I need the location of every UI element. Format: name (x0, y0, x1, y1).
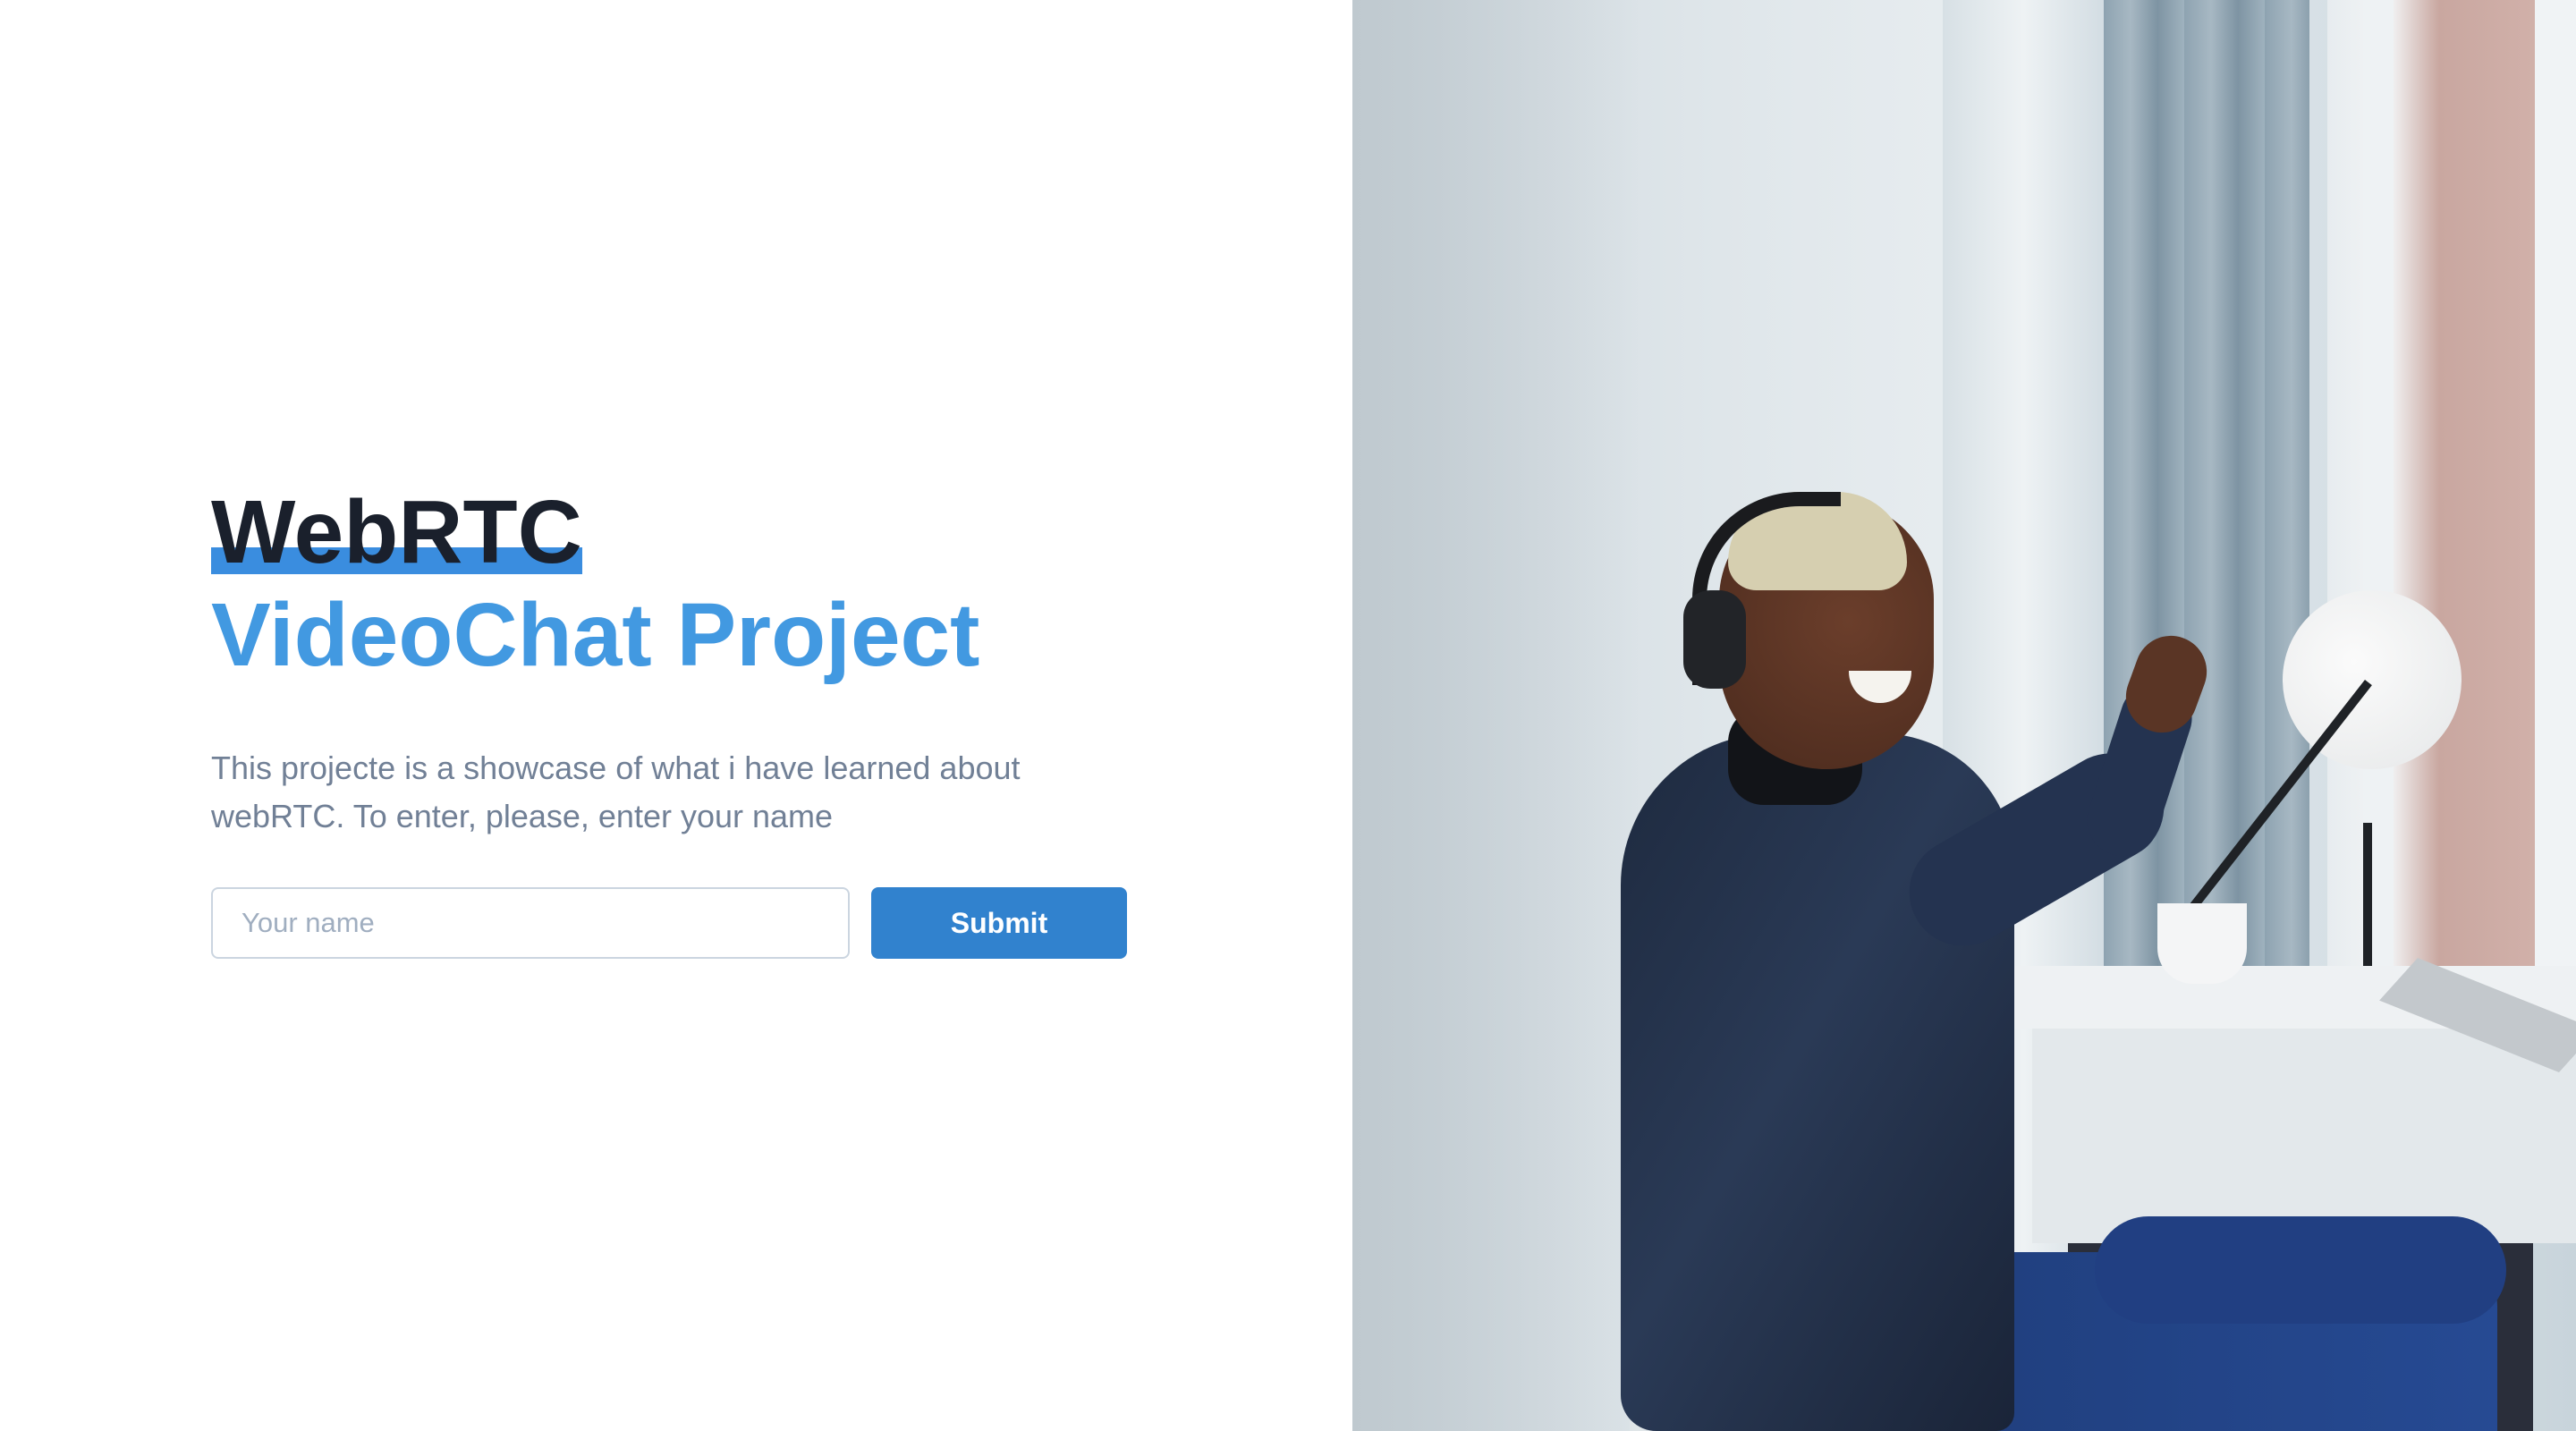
lamp-globe (2283, 590, 2462, 769)
page-title-webrtc: WebRTC (211, 483, 582, 581)
name-input[interactable] (211, 887, 850, 959)
hero-image (1352, 0, 2576, 1431)
landing-page: WebRTC VideoChat Project This projecte i… (0, 0, 2576, 1431)
desk-body (2032, 1029, 2576, 1243)
intro-description: This projecte is a showcase of what i ha… (211, 749, 1021, 834)
intro-content: WebRTC VideoChat Project This projecte i… (211, 483, 1195, 959)
window-mullion-right (2535, 0, 2576, 1002)
intro-panel: WebRTC VideoChat Project This projecte i… (0, 0, 1352, 1431)
person-knee (2095, 1216, 2506, 1324)
submit-button[interactable]: Submit (871, 887, 1127, 959)
page-subtitle: VideoChat Project (211, 585, 980, 685)
lamp-stand (2363, 823, 2372, 984)
title-text: WebRTC (211, 482, 582, 582)
wall-shadow (1352, 0, 1639, 1431)
headphone-cup (1683, 590, 1746, 689)
mug (2157, 903, 2247, 984)
join-form: Submit (211, 887, 1195, 959)
